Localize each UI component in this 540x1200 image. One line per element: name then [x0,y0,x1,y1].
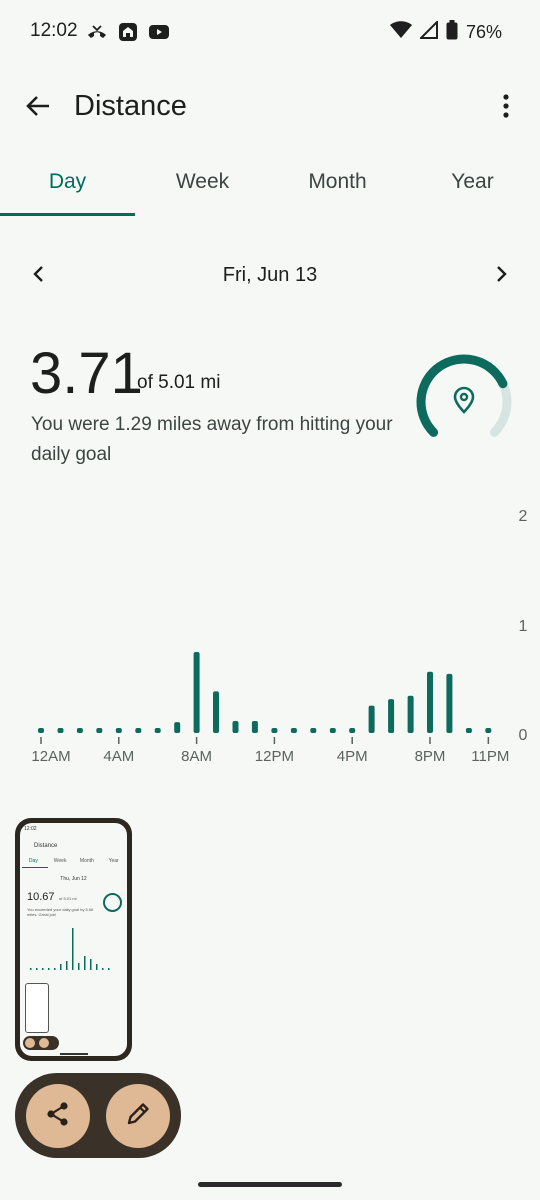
goal-progress-ring [412,350,516,454]
chart-bar-22[interactable] [465,728,472,733]
x-tick-label: 4AM [103,748,134,765]
y-tick-label: 1 [519,618,528,635]
chevron-right-icon [496,265,508,288]
back-button[interactable] [22,92,54,124]
chart-bar-4[interactable] [115,728,122,733]
x-tick-label: 8PM [415,748,446,765]
preview-nav-handle [60,1053,88,1055]
signal-icon [418,19,438,44]
x-tick-label: 11PM [471,748,509,765]
chart-bar-18[interactable] [388,699,395,733]
date-navigator: Fri, Jun 13 [20,258,520,294]
battery-percent: 76% [465,22,502,42]
chart-bar-7[interactable] [174,722,181,733]
chart-bar-17[interactable] [368,705,375,733]
chart-bar-14[interactable] [310,728,317,733]
preview-chart [30,928,110,970]
period-tabs: Day Week Month Year [0,160,540,216]
chevron-left-icon [32,265,44,288]
chart-bar-1[interactable] [57,728,64,733]
tab-day[interactable]: Day [0,160,135,216]
status-icons-left [86,22,170,47]
chart-bar-3[interactable] [96,728,103,733]
preview-date: Thu, Jun 12 [60,876,87,882]
gesture-nav-handle[interactable] [198,1182,342,1187]
wifi-icon [389,21,412,44]
battery-icon [446,20,458,45]
y-tick-label: 2 [519,508,528,525]
chart-bar-21[interactable] [446,673,453,733]
x-tick-label: 4PM [337,748,368,765]
goal-message: You were 1.29 miles away from hitting yo… [31,414,393,465]
distance-chart: 0 1 2 12AM 4AM 8AM 12PM 4PM 8PM 11PM [0,500,540,775]
screenshot-preview-content: 12:02 Distance Day Week Month Year Thu, … [20,823,127,1056]
preview-tab-year: Year [108,858,119,864]
chart-bar-12[interactable] [271,728,278,733]
distance-value: 3.71 [30,341,143,406]
preview-value: 10.67 [27,891,55,903]
preview-tab-day: Day [28,858,38,864]
chart-bar-2[interactable] [76,728,83,733]
preview-fab-pill [23,1036,59,1050]
share-button[interactable] [26,1084,90,1148]
preview-tab-week: Week [53,858,67,864]
preview-ring [103,893,122,912]
goal-text: of 5.01 mi [137,372,221,393]
status-right: 76% [389,19,502,45]
arrow-back-icon [25,94,51,123]
home-app-icon [118,22,138,47]
y-tick-label: 0 [519,727,528,744]
chart-bar-5[interactable] [135,728,142,733]
date-label: Fri, Jun 13 [222,264,318,286]
chart-bar-10[interactable] [232,721,239,733]
screenshot-preview[interactable]: 12:02 Distance Day Week Month Year Thu, … [15,818,132,1061]
status-time: 12:02 [30,20,78,41]
chart-bar-9[interactable] [213,691,219,733]
chart-bar-19[interactable] [407,695,414,733]
pencil-icon [125,1101,151,1132]
share-icon [44,1100,72,1133]
preview-title: Distance [34,843,58,849]
previous-day-button[interactable] [20,258,56,294]
x-tick-label: 8AM [181,748,212,765]
chart-bar-0[interactable] [38,728,44,733]
tab-month[interactable]: Month [270,160,405,216]
preview-goal: of 5.01 mi [59,896,77,901]
screenshot-actions [15,1073,181,1158]
location-pin-icon [453,386,475,414]
preview-tab-indicator [22,867,48,868]
tab-week[interactable]: Week [135,160,270,216]
preview-nested-thumbnail [25,983,49,1033]
chart-bar-23[interactable] [485,728,492,733]
youtube-icon [148,24,170,45]
edit-button[interactable] [106,1084,170,1148]
chart-bar-8[interactable] [193,652,200,733]
chart-bar-11[interactable] [251,721,258,733]
more-vert-icon [503,93,509,123]
chart-bar-15[interactable] [329,728,336,733]
preview-tab-month: Month [79,858,94,864]
chart-bar-20[interactable] [427,671,433,733]
chart-bar-16[interactable] [349,728,356,733]
page-title: Distance [74,90,187,122]
x-tick-label: 12AM [31,748,70,765]
preview-message: You exceeded your daily goal by 5.66 mil… [27,907,94,917]
preview-tabs: Day Week Month Year [20,858,127,864]
chart-bar-6[interactable] [154,728,161,733]
overflow-menu-button[interactable] [494,92,518,124]
preview-time: 12:02 [24,826,37,832]
missed-call-icon [86,23,108,46]
tab-year[interactable]: Year [405,160,540,216]
next-day-button[interactable] [484,258,520,294]
x-tick-label: 12PM [255,748,294,765]
chart-bar-13[interactable] [290,728,297,733]
